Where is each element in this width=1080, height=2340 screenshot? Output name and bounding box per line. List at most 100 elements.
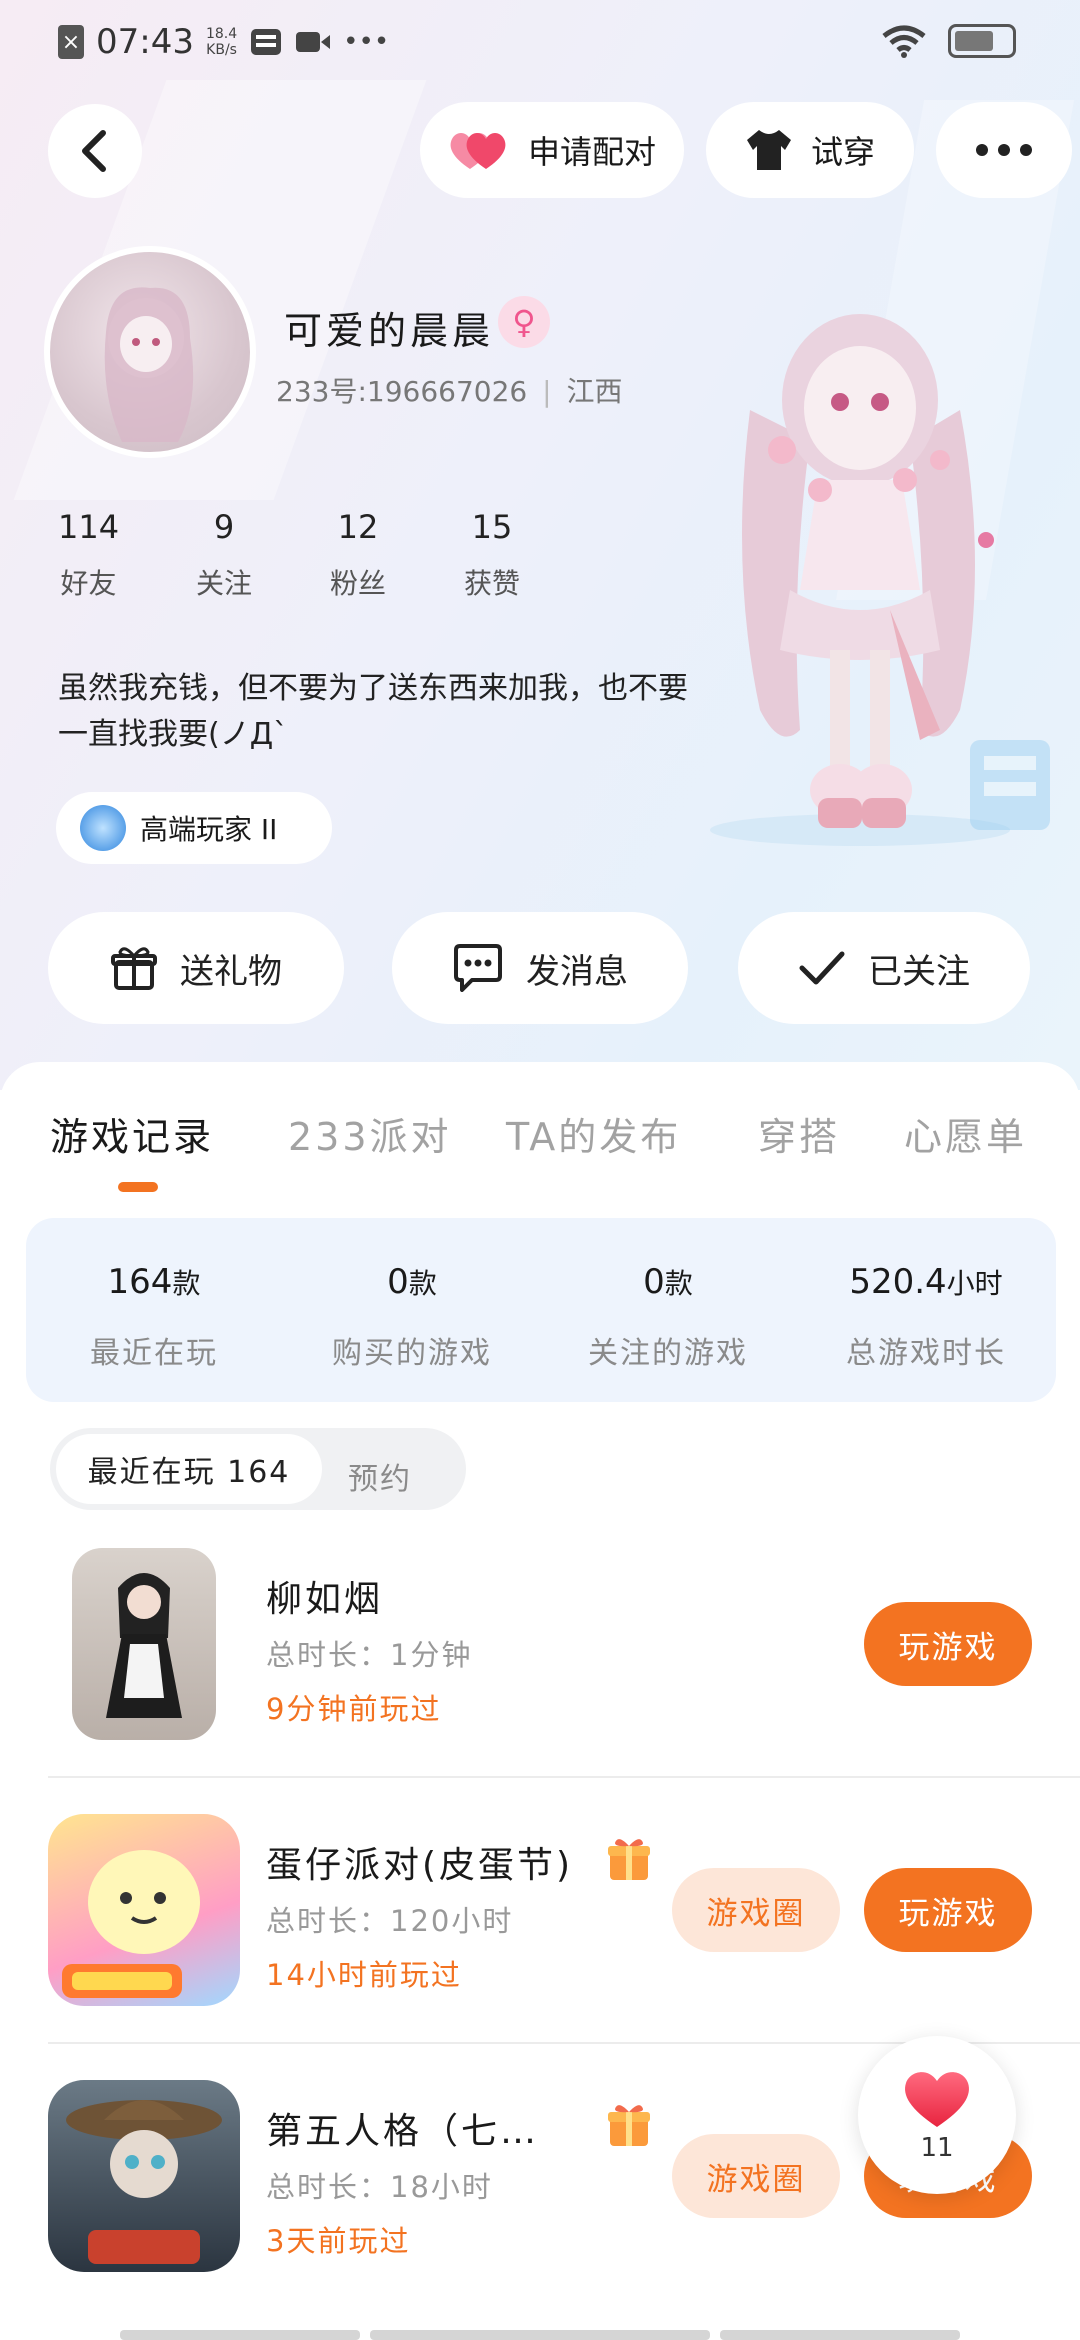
game-last-played: 9分钟前玩过 (266, 1692, 442, 1726)
profile-uid: 233号:196667026 (276, 375, 528, 408)
battery-icon (948, 24, 1016, 58)
gift-box-icon (608, 1839, 650, 1880)
back-button[interactable] (48, 104, 142, 198)
profile-bio: 虽然我充钱，但不要为了送东西来加我，也不要一直找我要(ノД` (58, 671, 688, 752)
game-duration: 总时长：1分钟 (266, 1638, 473, 1672)
game-icon (72, 1548, 216, 1740)
send-gift-button[interactable]: 送礼物 (48, 912, 344, 1024)
stat-value: 12 (337, 508, 379, 546)
stat-value: 15 (471, 508, 513, 546)
summary-label: 购买的游戏 (332, 1336, 492, 1371)
game-title: 柳如烟 (266, 1579, 384, 1620)
game-duration: 总时长：18小时 (266, 2170, 493, 2204)
game-icon-art (106, 1573, 182, 1718)
indicator-segment (120, 2330, 360, 2340)
active-tab-indicator (118, 1182, 158, 1192)
play-game-button[interactable]: 玩游戏 (864, 1868, 1032, 1952)
summary-unit: 款 (408, 1267, 437, 1300)
segment-reservations[interactable]: 预约 (348, 1454, 412, 1498)
more-dots-icon (976, 144, 1032, 156)
stat-fans[interactable]: 12 粉丝 (330, 508, 386, 602)
tab-ta-posts[interactable]: TA的发布 (506, 1106, 681, 1161)
game-icon-art (66, 2100, 222, 2264)
request-match-label: 申请配对 (527, 133, 656, 171)
stat-label: 关注 (196, 567, 253, 600)
sim-icon (251, 29, 282, 55)
avatar[interactable] (44, 246, 256, 458)
try-on-button[interactable]: 试穿 (706, 102, 914, 198)
summary-unit: 小时 (946, 1267, 1003, 1300)
network-speed: 18.4 KB/s (206, 26, 237, 58)
game-icon-art (62, 1850, 200, 1998)
game-duration: 总时长：120小时 (266, 1904, 514, 1938)
send-message-button[interactable]: 发消息 (392, 912, 688, 1024)
summary-value: 520.4 (849, 1262, 947, 1302)
wifi-icon (882, 25, 926, 58)
game-circle-button[interactable]: 游戏圈 (672, 1868, 840, 1952)
stat-label: 获赞 (464, 567, 521, 600)
send-gift-label: 送礼物 (180, 951, 282, 992)
row-divider (48, 1776, 1080, 1778)
summary-recent-playing[interactable]: 164款 最近在玩 (34, 1262, 274, 1372)
summary-followed-games[interactable]: 0款 关注的游戏 (548, 1262, 788, 1372)
like-count: 11 (920, 2133, 954, 2163)
followed-button[interactable]: 已关注 (738, 912, 1030, 1024)
more-button[interactable] (936, 102, 1072, 198)
summary-unit: 款 (664, 1267, 693, 1300)
game-circle-button[interactable]: 游戏圈 (672, 2134, 840, 2218)
summary-value: 164 (107, 1262, 173, 1302)
game-title: 蛋仔派对(皮蛋节) (266, 1845, 574, 1886)
summary-total-playtime[interactable]: 520.4小时 总游戏时长 (806, 1262, 1046, 1372)
chat-bubble-icon (454, 944, 502, 992)
avatar-image (104, 287, 194, 442)
tab-outfits[interactable]: 穿搭 (758, 1106, 840, 1161)
game-last-played: 14小时前玩过 (266, 1958, 462, 1992)
game-row[interactable]: 蛋仔派对(皮蛋节) 总时长：120小时 14小时前玩过 游戏圈 玩游戏 (0, 1796, 1080, 2060)
game-last-played: 3天前玩过 (266, 2224, 411, 2258)
summary-value-line: 0款 (548, 1262, 788, 1302)
heart-icon (905, 2072, 969, 2127)
send-message-label: 发消息 (526, 951, 628, 992)
summary-value: 0 (643, 1262, 665, 1302)
summary-value: 0 (387, 1262, 409, 1302)
close-notification-icon: × (58, 25, 84, 59)
summary-label: 总游戏时长 (846, 1336, 1006, 1371)
network-speed-value: 18.4 (205, 26, 238, 42)
player-badge[interactable]: 高端玩家 II (56, 792, 332, 864)
uid-separator: | (542, 375, 552, 408)
stat-label: 粉丝 (330, 567, 387, 600)
check-icon (799, 951, 845, 985)
stat-friends[interactable]: 114 好友 (58, 508, 119, 602)
bottom-scroll-indicator (120, 2330, 960, 2340)
summary-value-line: 0款 (292, 1262, 532, 1302)
profile-name: 可爱的晨晨 (284, 309, 495, 353)
tab-game-records[interactable]: 游戏记录 (50, 1106, 214, 1161)
chevron-left-icon (82, 130, 106, 172)
network-speed-unit: KB/s (206, 42, 237, 58)
summary-unit: 款 (172, 1267, 201, 1300)
stat-likes[interactable]: 15 获赞 (464, 508, 520, 602)
segment-recent-playing[interactable]: 最近在玩 164 (56, 1434, 322, 1504)
request-match-button[interactable]: 申请配对 (420, 102, 684, 198)
video-icon (296, 32, 331, 52)
indicator-segment (370, 2330, 710, 2340)
followed-label: 已关注 (868, 951, 970, 992)
stat-following[interactable]: 9 关注 (196, 508, 252, 602)
stat-value: 114 (58, 508, 120, 546)
status-more-dots: ••• (343, 27, 390, 57)
summary-purchased[interactable]: 0款 购买的游戏 (292, 1262, 532, 1372)
summary-label: 关注的游戏 (588, 1336, 748, 1371)
brand-233-watermark (960, 720, 1060, 866)
game-title: 第五人格（七… (266, 2111, 540, 2152)
stat-label: 好友 (60, 567, 117, 600)
tab-233-party[interactable]: 233派对 (288, 1106, 452, 1161)
game-row[interactable]: 柳如烟 总时长：1分钟 9分钟前玩过 玩游戏 (0, 1530, 1080, 1794)
profile-id-line: 233号:196667026 | 江西 (276, 370, 622, 410)
floating-like-button[interactable]: 11 (858, 2036, 1016, 2194)
game-icon (48, 1814, 240, 2006)
badge-icon (80, 805, 126, 851)
summary-value-line: 520.4小时 (806, 1262, 1046, 1302)
tab-wishlist[interactable]: 心愿单 (904, 1106, 1027, 1161)
play-game-button[interactable]: 玩游戏 (864, 1602, 1032, 1686)
gift-box-icon (608, 2105, 650, 2146)
